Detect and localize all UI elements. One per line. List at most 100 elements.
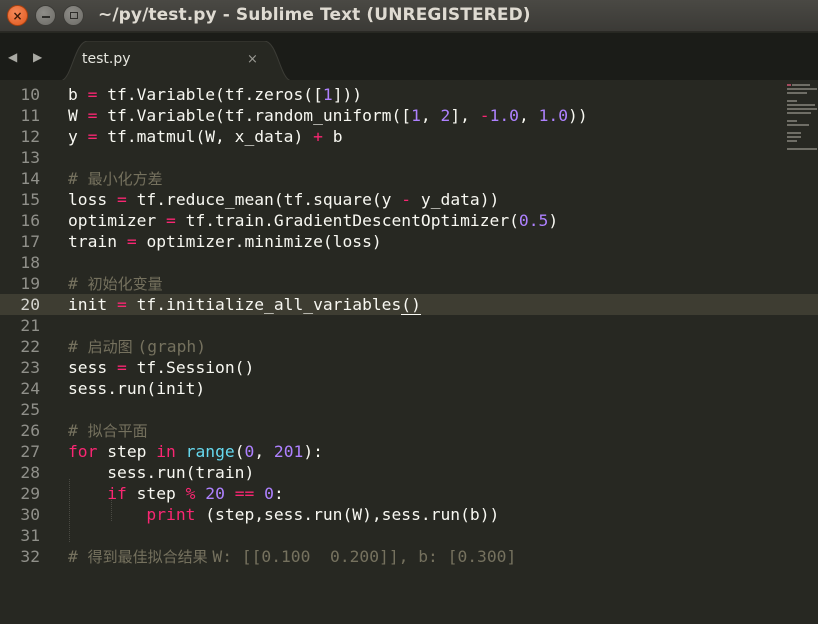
tab-close-icon[interactable]: × [247,52,258,67]
code-token: # [68,169,88,188]
code-line[interactable]: sess.run(train) [68,462,254,483]
line-number: 18 [20,253,40,272]
minimize-window-button[interactable] [35,5,56,26]
code-line[interactable]: init = tf.initialize_all_variables() [68,294,421,315]
window-title: ~/py/test.py - Sublime Text (UNREGISTERE… [98,5,531,25]
code-token: W: [[0.100 0.200]], b: [0.300] [212,547,517,566]
maximize-window-button[interactable] [63,5,84,26]
code-token: - [401,190,412,209]
code-token: ])) [332,85,363,104]
code-token: ( [234,442,245,461]
tab-label: test.py [82,51,131,67]
code-token: = [117,295,127,314]
minimap[interactable] [783,82,818,152]
minimap-line [787,104,815,106]
code-token: 0 [244,442,255,461]
code-token: # [68,337,88,356]
minimap-line [787,136,801,138]
code-token: optimizer [68,211,167,230]
minimap-line [792,84,810,86]
line-number: 26 [20,421,40,440]
line-number: 15 [20,190,40,209]
tab-nav-arrows-icon[interactable]: ◀ ▶ [8,50,48,64]
code-token: range [185,442,235,461]
code-line[interactable]: sess = tf.Session() [68,357,254,378]
code-line[interactable]: if step % 20 == 0: [68,483,284,504]
code-line[interactable]: sess.run(init) [68,378,205,399]
code-line[interactable]: train = optimizer.minimize(loss) [68,231,382,252]
code-line[interactable]: b = tf.Variable(tf.zeros([1])) [68,84,362,105]
line-number: 32 [20,547,40,566]
line-number: 31 [20,526,40,545]
code-token: y_data)) [411,190,500,209]
tab-test-py[interactable]: test.py × [60,41,292,81]
editor[interactable]: 10 11 12 13 14 15 16 17 18 19 20 21 22 23 24 25 26 27 28 29… [0,80,818,624]
close-window-button[interactable]: × [7,5,28,26]
code-token: train [68,232,127,251]
title-bar: × ~/py/test.py - Sublime Text (UNREGISTE… [0,0,818,32]
code-token: sess [68,358,118,377]
code-token: = [117,358,127,377]
code-token: W [68,106,88,125]
code-token: , [518,106,539,125]
minimap-line [787,108,817,110]
code-line[interactable]: optimizer = tf.train.GradientDescentOpti… [68,210,558,231]
code-line[interactable]: for step in range(0, 201): [68,441,323,462]
code-line[interactable]: # 启动图 (graph) [68,336,206,357]
code-line[interactable]: # 拟合平面 [68,420,148,441]
code-token: 启动图 [87,338,138,356]
code-token: tf.initialize_all_variables [126,295,402,314]
code-token: = [166,211,176,230]
code-token: tf.reduce_mean(tf.square(y [126,190,402,209]
code-token: 1.0 [538,106,569,125]
close-icon: × [12,8,23,23]
code-token: % [185,484,196,503]
code-line[interactable]: print (step,sess.run(W),sess.run(b)) [68,504,499,525]
code-token: tf.Variable(tf.random_uniform([ [97,106,412,125]
tab-bar: ◀ ▶ test.py × [0,33,818,81]
code-token: 0.5 [518,211,549,230]
code-token: = [126,232,137,251]
code-token: tf.Session() [126,358,255,377]
code-token: (graph) [137,337,207,356]
line-number: 28 [20,463,40,482]
code-line[interactable]: # 得到最佳拟合结果 W: [[0.100 0.200]], b: [0.300… [68,546,516,567]
code-token: 0 [264,484,274,503]
minimap-line [787,112,811,114]
minimap-line [787,88,817,90]
code-token: in [156,442,176,461]
minimap-line [787,120,797,122]
code-token: = [117,190,127,209]
code-token: 2 [440,106,451,125]
line-number: 19 [20,274,40,293]
code-token: print [146,505,196,524]
code-token: tf.train.GradientDescentOptimizer( [175,211,519,230]
code-token: 1.0 [489,106,519,125]
line-number: 22 [20,337,40,356]
code-token: ): [303,442,323,461]
line-number: 12 [20,127,40,146]
code-token: b [322,127,343,146]
code-token: : [273,484,284,503]
code-line[interactable]: loss = tf.reduce_mean(tf.square(y - y_da… [68,189,499,210]
line-number: 21 [20,316,40,335]
line-number: 23 [20,358,40,377]
line-number: 13 [20,148,40,167]
code-token: # [68,274,88,293]
code-token: 1 [411,106,421,125]
code-line[interactable]: y = tf.matmul(W, x_data) + b [68,126,343,147]
code-line[interactable]: # 最小化方差 [68,168,163,189]
code-token: = [87,85,98,104]
code-token: ) [548,211,559,230]
line-number: 20 [20,295,40,314]
code-line[interactable]: # 初始化变量 [68,273,163,294]
line-number: 10 [20,85,40,104]
code-token: tf.Variable(tf.zeros([ [97,85,323,104]
code-line[interactable]: W = tf.Variable(tf.random_uniform([1, 2]… [68,105,588,126]
line-number: 30 [20,505,40,524]
